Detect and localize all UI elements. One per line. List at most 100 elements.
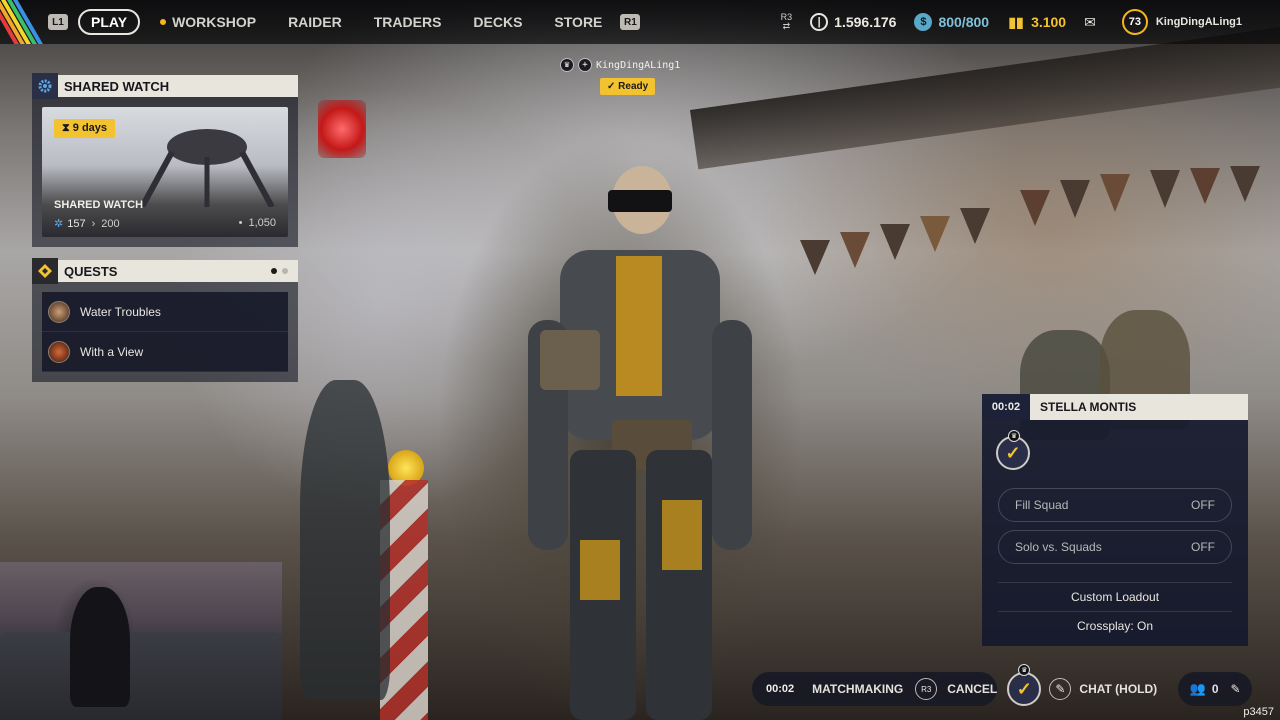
squad-leader-name: KingDingALing1: [596, 59, 681, 71]
bottom-timer: 00:02: [766, 683, 795, 695]
currency-coins[interactable]: | 1.596.176: [810, 13, 896, 31]
gear-small-icon: ✲: [54, 218, 64, 230]
scene-striped-pole: [380, 480, 428, 720]
shared-watch-total-value: 1,050: [248, 217, 276, 229]
days-remaining-badge: ⧗ 9 days: [54, 119, 116, 138]
cancel-button[interactable]: CANCEL: [947, 682, 997, 696]
raider-token-icon: $: [914, 13, 933, 31]
nav-play-tab[interactable]: PLAY: [78, 9, 141, 35]
friends-button[interactable]: 👥 0 ✎: [1178, 672, 1252, 706]
swap-icon: ⇄: [782, 21, 791, 31]
solo-vs-squads-toggle[interactable]: Solo vs. Squads OFF: [998, 530, 1232, 564]
quest-item[interactable]: Water Troubles: [42, 292, 288, 332]
pencil-icon: ✎: [1049, 678, 1072, 700]
diamond-icon: [32, 258, 58, 284]
friends-count: 0: [1211, 682, 1219, 696]
nav-workshop-tab[interactable]: WORKSHOP: [160, 14, 256, 30]
webcam-sofa: [0, 632, 282, 720]
currency-raider-tokens-value: 800/800: [938, 14, 990, 30]
quests-title: QUESTS: [64, 263, 118, 279]
machine-silhouette: [139, 129, 275, 207]
currency-credits-value: 3.100: [1031, 14, 1067, 30]
currency-coins-value: 1.596.176: [834, 14, 897, 30]
matchmaking-panel: 00:02 STELLA MONTIS ✓ ♛ Fill Squad OFF S…: [982, 394, 1248, 646]
quest-giver-avatar: [48, 300, 70, 323]
crown-icon: ♛: [560, 58, 574, 72]
days-remaining-label: 9 days: [72, 122, 108, 134]
player-level-badge: 73: [1121, 9, 1148, 35]
pager-dot[interactable]: [282, 268, 288, 274]
nav-decks-tab[interactable]: DECKS: [473, 14, 522, 30]
r3-hint[interactable]: R3 ⇄: [781, 13, 793, 31]
shared-watch-card-title: SHARED WATCH: [54, 199, 144, 211]
nav-raider-tab[interactable]: RAIDER: [288, 14, 342, 30]
squad-member-header: ♛ + KingDingALing1 ✓ Ready: [560, 58, 680, 95]
chevron-right-icon: ›: [91, 217, 96, 230]
quests-header: QUESTS: [32, 258, 298, 284]
check-icon: ✓: [607, 81, 619, 92]
credits-icon: ▮▮: [1008, 13, 1024, 30]
plus-icon[interactable]: +: [578, 58, 592, 72]
solo-vs-squads-value: OFF: [1191, 540, 1215, 554]
shared-watch-panel: SHARED WATCH ⧗ 9 days SHARED WATCH ✲ 157…: [32, 73, 298, 247]
ready-badge: ✓ Ready: [600, 78, 656, 95]
scene-yellow-light: [388, 450, 424, 486]
shared-watch-progress: ✲ 157 › 200: [54, 217, 120, 231]
ready-check-icon: ✓: [1007, 672, 1042, 706]
map-name: STELLA MONTIS: [1040, 400, 1137, 414]
webcam-streamer: [70, 587, 130, 707]
l1-button-hint[interactable]: L1: [48, 14, 68, 30]
pager-dot-active[interactable]: [271, 268, 277, 274]
progress-next: 200: [101, 217, 120, 230]
chat-label: CHAT (HOLD): [1079, 682, 1158, 696]
top-navigation-bar: L1 PLAY WORKSHOP RAIDER TRADERS DECKS ST…: [0, 0, 1280, 44]
quest-title: Water Troubles: [80, 304, 161, 319]
scene-red-light: [318, 100, 366, 158]
fill-squad-label: Fill Squad: [1015, 498, 1069, 512]
scene-roof: [690, 26, 1280, 170]
player-character: [528, 166, 752, 720]
currency-credits[interactable]: ▮▮ 3.100: [1007, 13, 1066, 31]
matchmaking-label: MATCHMAKING: [812, 682, 904, 696]
fill-squad-toggle[interactable]: Fill Squad OFF: [998, 488, 1232, 522]
dot-icon: •: [238, 217, 243, 229]
notification-dot-icon: [160, 19, 167, 25]
currency-raider-tokens[interactable]: $ 800/800: [914, 13, 989, 31]
chat-control[interactable]: ✎ CHAT (HOLD): [1045, 672, 1170, 706]
r3-hint-icon: R3: [915, 678, 938, 700]
webcam-overlay: [0, 562, 282, 720]
quests-pager: [271, 268, 288, 274]
hourglass-icon: ⧗: [62, 122, 73, 134]
custom-loadout-button[interactable]: Custom Loadout: [998, 582, 1232, 610]
player-stats: R3 ⇄ | 1.596.176 $ 800/800 ▮▮ 3.100 ✉ 73…: [781, 0, 1280, 44]
player-name[interactable]: KingDingALing1: [1156, 16, 1242, 28]
r1-button-hint[interactable]: R1: [620, 14, 641, 30]
progress-current: 157: [67, 217, 86, 230]
shared-watch-header: SHARED WATCH: [32, 73, 298, 99]
fill-squad-value: OFF: [1191, 498, 1215, 512]
quest-item[interactable]: With a View: [42, 332, 288, 372]
scene-bunting-flags: [800, 166, 1260, 275]
shared-watch-title: SHARED WATCH: [64, 78, 170, 94]
quests-panel: QUESTS Water Troubles With a View: [32, 258, 298, 382]
matchmaking-panel-header: 00:02 STELLA MONTIS: [982, 394, 1248, 420]
crossplay-button[interactable]: Crossplay: On: [998, 611, 1232, 639]
nav-workshop-label: WORKSHOP: [172, 14, 257, 30]
squad-leader: ♛ + KingDingALing1: [560, 58, 680, 72]
nav-store-tab[interactable]: STORE: [554, 14, 602, 30]
shared-watch-card[interactable]: ⧗ 9 days SHARED WATCH ✲ 157 › 200 • 1,050: [42, 107, 288, 237]
main-nav: L1 PLAY WORKSHOP RAIDER TRADERS DECKS ST…: [48, 8, 641, 36]
bottom-action-bar: 00:02 MATCHMAKING R3 CANCEL ✓ ♛ ✎ CHAT (…: [752, 664, 1252, 706]
friends-icon: 👥: [1189, 681, 1206, 696]
gear-icon: [32, 73, 58, 99]
ready-status: ✓ ♛: [1007, 664, 1042, 706]
watermark-label: p3457: [1243, 706, 1274, 718]
nav-traders-tab[interactable]: TRADERS: [374, 14, 442, 30]
envelope-icon[interactable]: ✉: [1084, 14, 1096, 31]
brand-stripe: [0, 0, 46, 44]
shared-watch-total: • 1,050: [239, 217, 276, 229]
quest-giver-avatar: [48, 340, 70, 363]
ready-label: Ready: [618, 81, 649, 92]
scene-npc-left: [300, 380, 390, 700]
